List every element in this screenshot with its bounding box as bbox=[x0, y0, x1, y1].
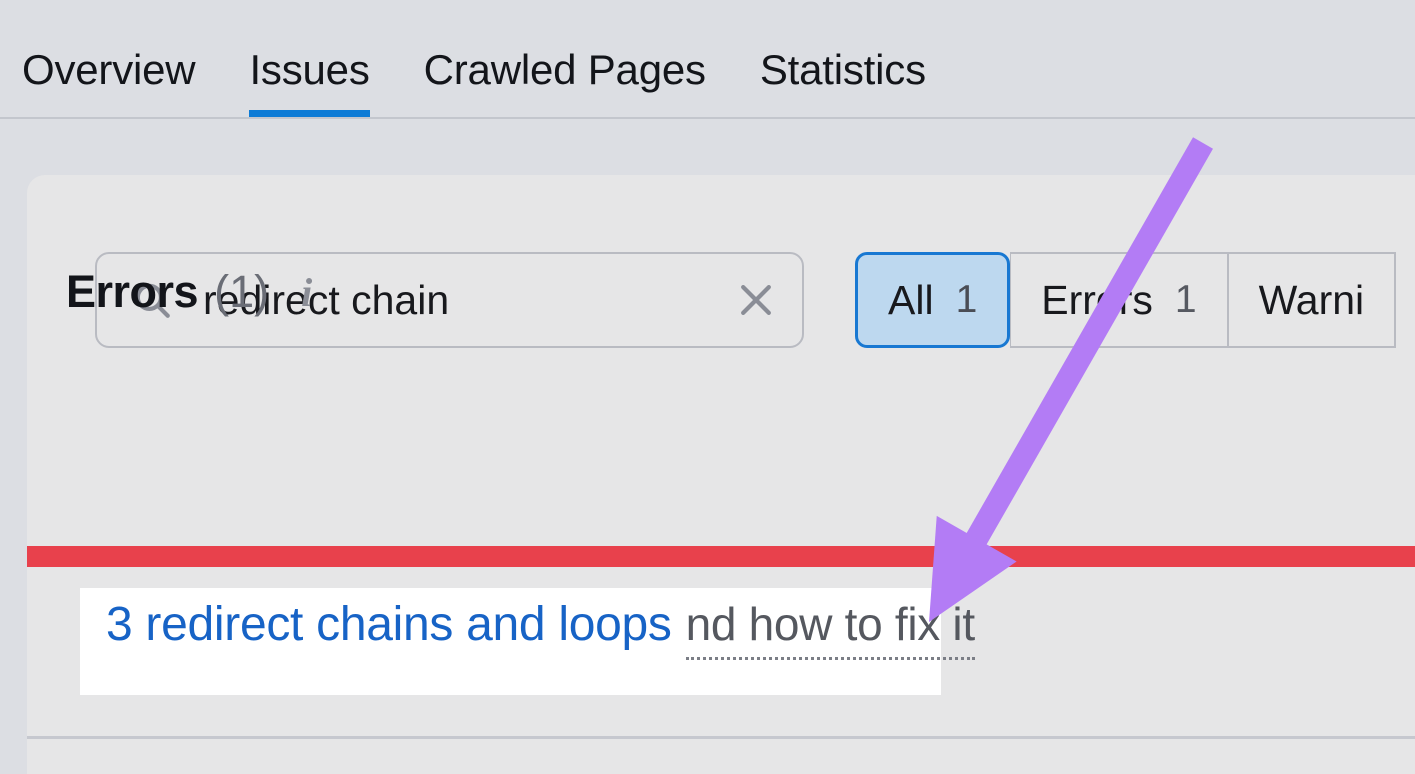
filter-all-label: All bbox=[888, 276, 934, 323]
filter-errors-label: Errors bbox=[1041, 276, 1153, 323]
tab-issues[interactable]: Issues bbox=[223, 49, 397, 117]
errors-title: Errors bbox=[66, 266, 199, 317]
filter-warnings[interactable]: Warni bbox=[1227, 252, 1397, 348]
tab-active-underline bbox=[249, 110, 370, 117]
errors-section-heading: Errors (1) i bbox=[66, 266, 312, 318]
issue-title: 3 redirect chains and loops nd how to fi… bbox=[106, 597, 975, 660]
issue-tail-link[interactable]: nd how to fix it bbox=[685, 597, 975, 660]
filter-warnings-label: Warni bbox=[1258, 276, 1365, 323]
filter-all-count: 1 bbox=[955, 278, 978, 321]
filter-all[interactable]: All 1 bbox=[855, 252, 1011, 348]
info-icon[interactable]: i bbox=[301, 269, 312, 316]
tab-statistics[interactable]: Statistics bbox=[734, 49, 954, 117]
error-severity-bar bbox=[27, 546, 1415, 567]
close-icon[interactable] bbox=[734, 278, 778, 322]
filter-errors[interactable]: Errors 1 bbox=[1010, 252, 1228, 348]
issue-link[interactable]: 3 redirect chains and loops bbox=[106, 597, 672, 652]
errors-count: (1) bbox=[214, 266, 270, 317]
filter-button-group: All 1 Errors 1 Warni bbox=[855, 252, 1397, 348]
table-row: 3 redirect chains and loops nd how to fi… bbox=[27, 567, 1415, 736]
filter-errors-count: 1 bbox=[1174, 278, 1197, 321]
tab-crawled-pages[interactable]: Crawled Pages bbox=[398, 49, 734, 117]
tab-list: Overview Issues Crawled Pages Statistics bbox=[22, 49, 954, 117]
tab-overview-label: Overview bbox=[22, 46, 196, 93]
tab-issues-label: Issues bbox=[249, 46, 370, 93]
tab-bar: Overview Issues Crawled Pages Statistics bbox=[0, 0, 1415, 119]
tab-crawled-pages-label: Crawled Pages bbox=[423, 46, 706, 93]
next-row-area bbox=[27, 739, 1415, 774]
tab-overview[interactable]: Overview bbox=[22, 49, 223, 117]
tab-statistics-label: Statistics bbox=[759, 46, 926, 93]
